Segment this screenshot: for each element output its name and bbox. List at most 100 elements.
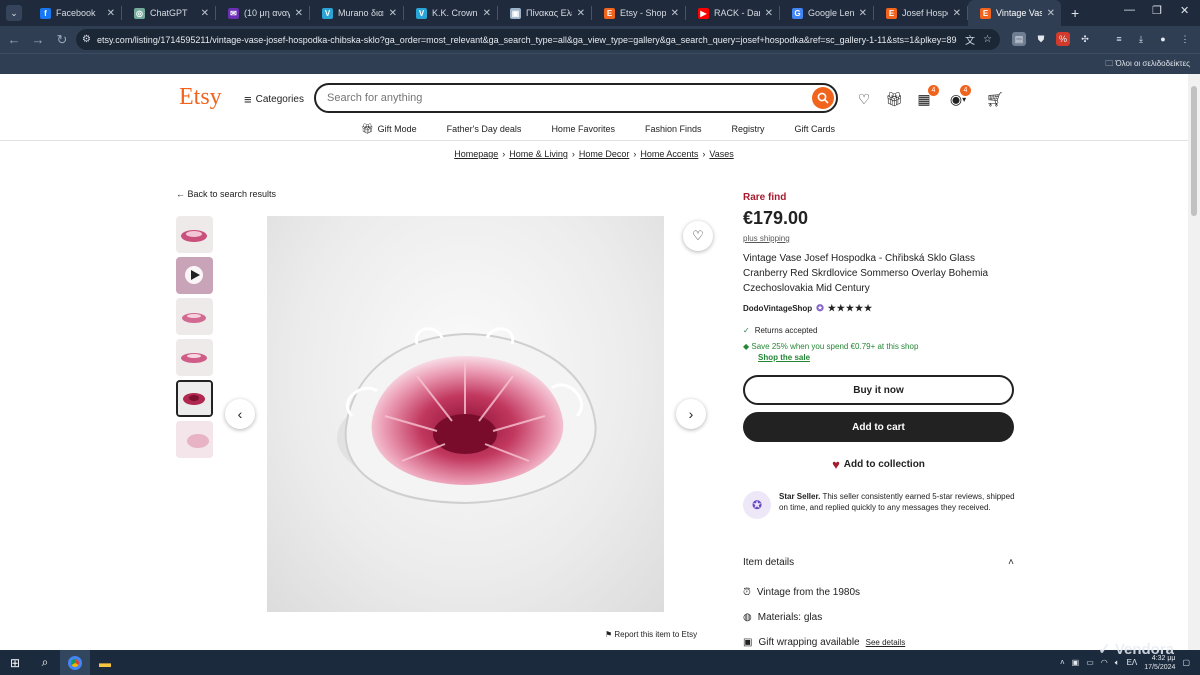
thumbnail-video[interactable]	[176, 257, 213, 294]
extension-red-icon[interactable]: %	[1056, 32, 1070, 46]
forward-arrow-icon[interactable]: →	[26, 32, 50, 47]
shield-extension-icon[interactable]: ⛊	[1034, 32, 1048, 46]
close-tab-icon[interactable]: ✕	[765, 8, 773, 19]
notifications-tray-icon[interactable]: ▢	[1182, 658, 1190, 667]
tab-label: (10 μη αναγνωσ	[244, 8, 290, 18]
gift-mode-icon[interactable]: 🎁︎	[885, 90, 903, 108]
close-window-icon[interactable]: ✕	[1180, 4, 1189, 17]
maximize-icon[interactable]: ❐	[1152, 4, 1162, 17]
puzzle-extensions-icon[interactable]: ✣	[1078, 32, 1092, 46]
account-avatar[interactable]: ◉ ▾ 4	[945, 85, 971, 108]
add-to-cart-button[interactable]: Add to cart	[743, 412, 1014, 442]
etsy-logo[interactable]: Etsy	[179, 84, 222, 111]
tab-label: Πίνακας Ελέγχου	[526, 8, 572, 18]
scrollbar-thumb[interactable]	[1191, 86, 1197, 216]
buy-it-now-button[interactable]: Buy it now	[743, 375, 1014, 405]
categories-button[interactable]: ≡ Categories	[244, 92, 304, 107]
site-info-icon[interactable]: ⚙	[82, 34, 91, 45]
subnav-item[interactable]: Home Favorites	[551, 118, 615, 140]
wifi-icon[interactable]: ◠	[1101, 658, 1108, 667]
download-icon[interactable]: ⤓	[1134, 32, 1148, 46]
previous-image-button[interactable]: ‹	[225, 399, 255, 429]
bookmark-star-icon[interactable]: ☆	[983, 34, 992, 45]
thumbnail-4[interactable]	[176, 339, 213, 376]
main-product-image[interactable]	[267, 216, 664, 612]
search-taskbar-icon[interactable]: ⌕	[30, 650, 60, 675]
tab-search-button[interactable]: ⌄	[6, 5, 22, 21]
browser-tab[interactable]: ◎ ChatGPT ✕	[122, 0, 215, 26]
close-tab-icon[interactable]: ✕	[671, 8, 679, 19]
thumbnail-3[interactable]	[176, 298, 213, 335]
add-to-collection-button[interactable]: ♥ Add to collection	[743, 457, 1014, 472]
breadcrumb-link[interactable]: Homepage	[454, 149, 498, 159]
close-tab-icon[interactable]: ✕	[859, 8, 867, 19]
minimize-icon[interactable]: —	[1124, 4, 1135, 16]
browser-tab[interactable]: V K.K. Crown Japa ✕	[404, 0, 497, 26]
translate-icon[interactable]: 文	[965, 32, 975, 47]
breadcrumb-link[interactable]: Home Accents	[640, 149, 698, 159]
thumbnail-1[interactable]	[176, 216, 213, 253]
language-indicator[interactable]: ΕΛ	[1127, 658, 1138, 667]
thumbnail-6[interactable]	[176, 421, 213, 458]
favorite-listing-button[interactable]: ♡	[683, 221, 713, 251]
browser-tab[interactable]: ▣ Πίνακας Ελέγχου ✕	[498, 0, 591, 26]
report-item-link[interactable]: ⚑ Report this item to Etsy	[605, 630, 697, 639]
notifications-icon[interactable]: ▦ 4	[915, 85, 939, 108]
item-details-toggle[interactable]: Item details ˄	[743, 557, 1014, 568]
breadcrumb-link[interactable]: Vases	[709, 149, 733, 159]
battery-icon[interactable]: ▭	[1086, 658, 1094, 667]
show-hidden-icons[interactable]: ˄	[1060, 658, 1065, 667]
close-tab-icon[interactable]: ✕	[483, 8, 491, 19]
browser-tab[interactable]: V Murano διακοσμ ✕	[310, 0, 403, 26]
subnav-item[interactable]: Gift Cards	[795, 118, 836, 140]
close-tab-icon[interactable]: ✕	[107, 8, 115, 19]
shipping-link[interactable]: plus shipping	[743, 234, 790, 243]
shop-the-sale-link[interactable]: Shop the sale	[758, 352, 918, 363]
browser-tab[interactable]: f Facebook ✕	[28, 0, 121, 26]
subnav-item[interactable]: Father's Day deals	[447, 118, 522, 140]
close-tab-icon[interactable]: ✕	[1047, 8, 1055, 19]
breadcrumb-link[interactable]: Home Decor	[579, 149, 630, 159]
search-input[interactable]	[327, 92, 807, 104]
favorites-heart-icon[interactable]: ♡	[855, 90, 873, 108]
close-tab-icon[interactable]: ✕	[295, 8, 303, 19]
back-to-search-link[interactable]: ← Back to search results	[176, 189, 276, 199]
thumbnail-5-selected[interactable]	[176, 380, 213, 417]
browser-tab[interactable]: E Josef Hospodka ✕	[874, 0, 967, 26]
subnav-item[interactable]: 🎁︎ Gift Mode	[361, 118, 417, 140]
all-bookmarks-folder[interactable]: 🗀 Όλοι οι σελιδοδείκτες	[1105, 58, 1190, 72]
reload-icon[interactable]: ↻	[50, 32, 74, 48]
page-scrollbar[interactable]	[1188, 74, 1200, 650]
browser-tab[interactable]: E Vintage Vase Jo ✕	[968, 0, 1061, 26]
browser-tab[interactable]: ✉ (10 μη αναγνωσ ✕	[216, 0, 309, 26]
cart-icon[interactable]: 🛒︎	[986, 90, 1004, 108]
tray-app-icon[interactable]: ▣	[1072, 658, 1080, 667]
subnav-item[interactable]: Fashion Finds	[645, 118, 702, 140]
close-tab-icon[interactable]: ✕	[201, 8, 209, 19]
rating-stars[interactable]: ★★★★★	[828, 303, 873, 314]
shop-name-link[interactable]: DodoVintageShop	[743, 304, 812, 313]
browser-tab[interactable]: G Google Lens ✕	[780, 0, 873, 26]
browser-tab[interactable]: ▶ RACK - Darki ✕	[686, 0, 779, 26]
close-tab-icon[interactable]: ✕	[389, 8, 397, 19]
new-tab-button[interactable]: +	[1071, 5, 1079, 21]
back-arrow-icon[interactable]: ←	[2, 32, 26, 47]
profile-icon[interactable]: ●	[1156, 32, 1170, 46]
close-tab-icon[interactable]: ✕	[953, 8, 961, 19]
see-details-link[interactable]: See details	[866, 638, 906, 647]
windows-start-icon[interactable]: ⊞	[0, 650, 30, 675]
browser-tab[interactable]: E Etsy - Shop Dash ✕	[592, 0, 685, 26]
address-bar[interactable]: ⚙ etsy.com/listing/1714595211/vintage-va…	[76, 29, 1000, 50]
file-explorer-icon[interactable]: ▬	[90, 650, 120, 675]
subnav-item[interactable]: Registry	[732, 118, 765, 140]
reading-list-icon[interactable]: ≡	[1112, 32, 1126, 46]
close-tab-icon[interactable]: ✕	[577, 8, 585, 19]
chrome-taskbar-icon[interactable]	[60, 650, 90, 675]
volume-icon[interactable]: 🔈︎	[1115, 658, 1120, 668]
breadcrumb-link[interactable]: Home & Living	[509, 149, 568, 159]
search-button[interactable]	[812, 87, 834, 109]
rare-find-badge: Rare find	[743, 192, 787, 203]
next-image-button[interactable]: ›	[676, 399, 706, 429]
browser-menu-icon[interactable]: ⋮	[1178, 32, 1192, 46]
extension-icon[interactable]: ▤	[1012, 32, 1026, 46]
